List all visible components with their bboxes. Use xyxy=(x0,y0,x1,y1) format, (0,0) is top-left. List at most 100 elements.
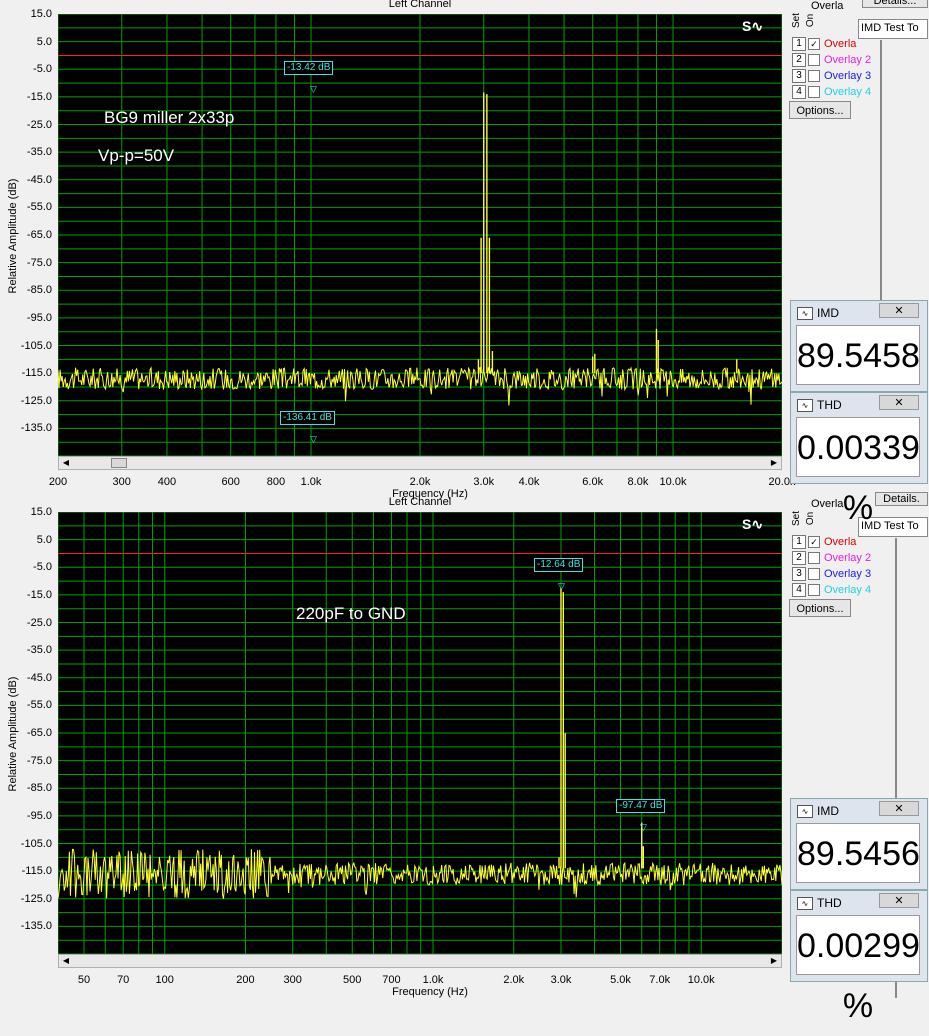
details-button[interactable]: Details. xyxy=(875,492,928,506)
options-button[interactable]: Options... xyxy=(789,101,851,119)
overlay-row[interactable]: 3 Overlay 3 xyxy=(792,68,871,83)
y-tick-label: 5.0 xyxy=(36,533,52,546)
y-tick-label: -45.0 xyxy=(26,671,52,684)
sine-wave-icon[interactable]: S∿ xyxy=(742,18,763,35)
overlay-set-button[interactable]: 3 xyxy=(792,566,806,581)
marker-arrow-icon: ▽ xyxy=(310,84,317,94)
y-tick-label: -35.0 xyxy=(26,644,52,657)
overlay-row[interactable]: 3 Overlay 3 xyxy=(792,566,871,581)
overlay-label: Overlay 3 xyxy=(824,69,872,82)
thd-meter: ∿ THD ✕ 0.00339 % xyxy=(790,392,928,527)
thd-meter: ∿ THD ✕ 0.00299 % xyxy=(790,890,928,1025)
y-tick-label: -105.0 xyxy=(20,837,52,850)
horizontal-scrollbar[interactable]: ◀ ▶ xyxy=(58,954,782,968)
options-button[interactable]: Options... xyxy=(789,599,851,617)
y-tick-label: -35.0 xyxy=(26,146,52,159)
divider xyxy=(880,40,882,300)
y-tick-label: -15.0 xyxy=(26,588,52,601)
imd-meter: ∿ IMD ✕ 89.5458 % xyxy=(790,300,928,435)
meter-title: THD xyxy=(817,398,842,412)
sine-wave-icon[interactable]: S∿ xyxy=(742,516,763,533)
overlay-row[interactable]: 2 Overlay 2 xyxy=(792,550,871,565)
meter-icon: ∿ xyxy=(797,805,813,818)
scroll-left-icon[interactable]: ◀ xyxy=(59,457,73,469)
overlay-checkbox[interactable] xyxy=(808,583,820,596)
marker-label[interactable]: -97.47 dB xyxy=(616,799,666,813)
meter-icon: ∿ xyxy=(797,897,813,910)
details-button[interactable]: Details... xyxy=(862,0,928,8)
overlay-label: Overlay 2 xyxy=(824,53,872,66)
marker-label[interactable]: -12.64 dB xyxy=(534,558,584,572)
annotation-text: BG9 miller 2x33p xyxy=(104,108,235,127)
overlay-set-button[interactable]: 1 xyxy=(792,534,806,549)
y-tick-label: -125.0 xyxy=(20,394,52,407)
scroll-left-icon[interactable]: ◀ xyxy=(59,955,73,967)
overlay-set-button[interactable]: 2 xyxy=(792,550,806,565)
marker-label[interactable]: -136.41 dB xyxy=(280,411,335,425)
y-tick-label: -45.0 xyxy=(26,173,52,186)
overlay-header: Overla xyxy=(811,498,844,510)
y-tick-label: -55.0 xyxy=(26,699,52,712)
overlay-checkbox[interactable]: ✓ xyxy=(808,37,820,50)
y-tick-label: -65.0 xyxy=(26,229,52,241)
y-tick-label: -85.0 xyxy=(26,782,52,795)
overlay-label: Overla xyxy=(824,37,857,50)
overlay-row[interactable]: 4 Overlay 4 xyxy=(792,84,871,99)
overlay-set-button[interactable]: 1 xyxy=(792,36,806,51)
overlay-set-button[interactable]: 3 xyxy=(792,68,806,83)
x-tick-label: 3.0k xyxy=(473,476,495,488)
x-tick-label: 300 xyxy=(283,974,302,986)
overlay-row[interactable]: 4 Overlay 4 xyxy=(792,582,871,597)
overlay-set-button[interactable]: 2 xyxy=(792,52,806,67)
x-axis-label: Frequency (Hz) xyxy=(392,986,468,998)
x-tick-label: 4.0k xyxy=(518,476,540,488)
marker-label[interactable]: -13.42 dB xyxy=(284,61,334,75)
scroll-thumb[interactable] xyxy=(111,458,127,468)
horizontal-scrollbar[interactable]: ◀ ▶ xyxy=(58,456,782,470)
marker-arrow-icon: ▽ xyxy=(640,822,647,832)
y-tick-label: -5.0 xyxy=(33,561,52,574)
overlay-checkbox[interactable] xyxy=(808,567,820,580)
scroll-right-icon[interactable]: ▶ xyxy=(767,955,781,967)
meter-title: IMD xyxy=(817,306,839,320)
overlay-checkbox[interactable] xyxy=(808,53,820,66)
overlay-label: Overlay 2 xyxy=(824,551,872,564)
scroll-right-icon[interactable]: ▶ xyxy=(767,457,781,469)
overlay-checkbox[interactable] xyxy=(808,551,820,564)
y-tick-label: -5.0 xyxy=(33,63,52,76)
chart-title: Left Channel xyxy=(388,496,452,508)
marker-arrow-icon: ▽ xyxy=(558,581,565,591)
test-type-field[interactable]: IMD Test To xyxy=(858,19,928,39)
x-tick-label: 2.0k xyxy=(503,974,525,986)
overlay-checkbox[interactable] xyxy=(808,69,820,82)
y-tick-label: 5.0 xyxy=(36,35,52,48)
x-tick-label: 1.0k xyxy=(300,476,322,488)
on-label: On xyxy=(805,13,817,28)
y-tick-label: -75.0 xyxy=(26,754,52,767)
plot-area[interactable]: BG9 miller 2x33p Vp-p=50V -13.42 dB ▽ -1… xyxy=(58,14,782,456)
plot-area[interactable]: 220pF to GND -12.64 dB ▽ -97.47 dB ▽ S∿ xyxy=(58,512,782,954)
y-tick-label: -135.0 xyxy=(20,422,52,435)
overlay-checkbox[interactable]: ✓ xyxy=(808,535,820,548)
y-tick-label: -25.0 xyxy=(26,118,52,131)
close-icon[interactable]: ✕ xyxy=(879,395,919,410)
y-tick-label: -15.0 xyxy=(26,90,52,103)
overlay-set-button[interactable]: 4 xyxy=(792,84,806,99)
y-tick-label: -85.0 xyxy=(26,284,52,297)
set-label: Set xyxy=(791,510,803,527)
x-tick-label: 10.0k xyxy=(659,476,687,488)
close-icon[interactable]: ✕ xyxy=(879,801,919,816)
x-tick-label: 400 xyxy=(157,476,177,488)
overlay-row[interactable]: 2 Overlay 2 xyxy=(792,52,871,67)
y-tick-label: -105.0 xyxy=(20,339,52,352)
spectrum-svg xyxy=(58,14,782,456)
overlay-checkbox[interactable] xyxy=(808,85,820,98)
on-label: On xyxy=(805,511,817,526)
y-tick-label: -125.0 xyxy=(20,892,52,905)
meter-icon: ∿ xyxy=(797,307,813,320)
chart-title: Left Channel xyxy=(388,0,452,10)
close-icon[interactable]: ✕ xyxy=(879,893,919,908)
close-icon[interactable]: ✕ xyxy=(879,303,919,318)
overlay-row[interactable]: 1 ✓ Overla xyxy=(792,36,856,51)
overlay-set-button[interactable]: 4 xyxy=(792,582,806,597)
